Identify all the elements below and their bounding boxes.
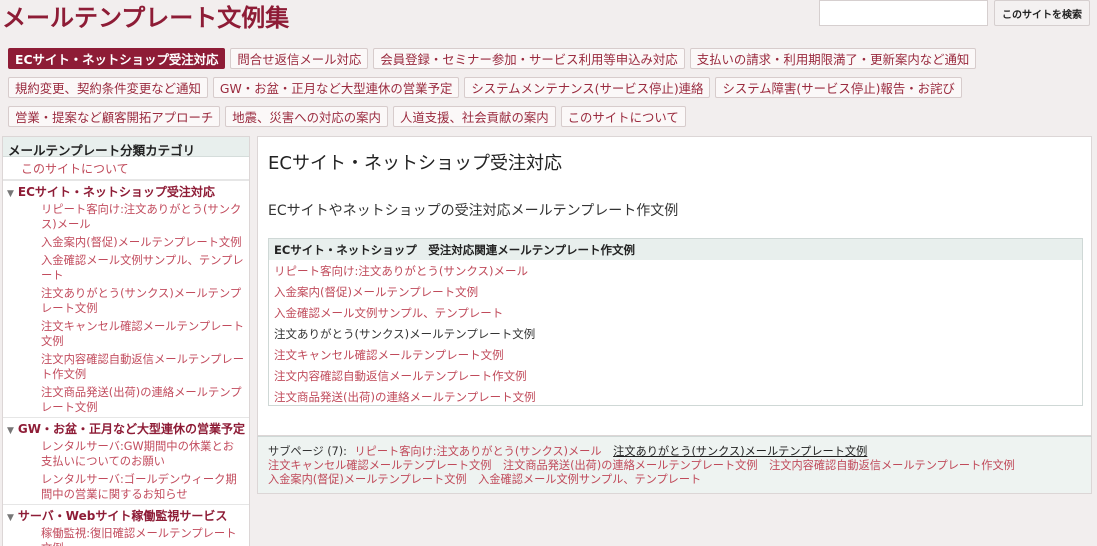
main-content: ECサイト・ネットショップ受注対応 ECサイトやネットショップの受注対応メールテ… bbox=[257, 136, 1092, 436]
sidebar-category-label: サーバ・Webサイト稼働監視サービス bbox=[17, 509, 228, 523]
sidebar-subitem[interactable]: 入金確認メール文例サンプル、テンプレート bbox=[3, 252, 249, 285]
subpage-link[interactable]: 注文商品発送(出荷)の連絡メールテンプレート文例 bbox=[503, 459, 758, 472]
category-nav-row: 規約変更、契約条件変更など通知 GW・お盆・正月など大型連休の営業予定 システム… bbox=[8, 77, 1088, 98]
template-link-current[interactable]: 注文ありがとう(サンクス)メールテンプレート文例 bbox=[269, 323, 1082, 344]
subpage-link[interactable]: 入金案内(督促)メールテンプレート文例 bbox=[268, 473, 467, 486]
site-title[interactable]: メールテンプレート文例集 bbox=[2, 0, 289, 33]
nav-item-humanitarian[interactable]: 人道支援、社会貢献の案内 bbox=[392, 106, 556, 127]
nav-item-maintenance[interactable]: システムメンテナンス(サービス停止)連絡 bbox=[464, 77, 711, 98]
template-list-header: ECサイト・ネットショップ 受注対応関連メールテンプレート作文例 bbox=[269, 239, 1082, 260]
nav-item-terms-change[interactable]: 規約変更、契約条件変更など通知 bbox=[8, 77, 208, 98]
nav-item-holiday-schedule[interactable]: GW・お盆・正月など大型連休の営業予定 bbox=[212, 77, 460, 98]
search-button[interactable]: このサイトを検索 bbox=[994, 0, 1090, 26]
triangle-down-icon[interactable]: ▼ bbox=[7, 513, 14, 523]
nav-item-inquiry-reply[interactable]: 問合せ返信メール対応 bbox=[230, 48, 369, 69]
sidebar-subitem[interactable]: レンタルサーバ:GW期間中の休業とお支払いについてのお願い bbox=[3, 438, 249, 471]
nav-item-outage-apology[interactable]: システム障害(サービス停止)報告・お詫び bbox=[715, 77, 962, 98]
triangle-down-icon[interactable]: ▼ bbox=[7, 189, 14, 199]
nav-item-about[interactable]: このサイトについて bbox=[560, 106, 686, 127]
sidebar: メールテンプレート分類カテゴリ このサイトについて ▼ ECサイト・ネットショップ… bbox=[2, 136, 250, 546]
sidebar-subitem[interactable]: 注文内容確認自動返信メールテンプレート作文例 bbox=[3, 351, 249, 384]
subpages-bar: サブページ (7): リピート客向け:注文ありがとう(サンクス)メール 注文あり… bbox=[257, 436, 1092, 494]
sidebar-category-label: ECサイト・ネットショップ受注対応 bbox=[17, 185, 215, 199]
sidebar-subitem[interactable]: 注文ありがとう(サンクス)メールテンプレート文例 bbox=[3, 285, 249, 318]
template-link[interactable]: 注文商品発送(出荷)の連絡メールテンプレート文例 bbox=[269, 386, 1082, 407]
nav-item-sales-approach[interactable]: 営業・提案など顧客開拓アプローチ bbox=[8, 106, 221, 127]
nav-item-disaster[interactable]: 地震、災害への対応の案内 bbox=[225, 106, 388, 127]
sidebar-category-label: GW・お盆・正月など大型連休の営業予定 bbox=[17, 422, 246, 436]
category-nav-row: ECサイト・ネットショップ受注対応 問合せ返信メール対応 会員登録・セミナー参加… bbox=[8, 48, 1088, 69]
sidebar-subitem[interactable]: 注文キャンセル確認メールテンプレート文例 bbox=[3, 318, 249, 351]
nav-item-billing-notice[interactable]: 支払いの請求・利用期限満了・更新案内など通知 bbox=[689, 48, 977, 69]
sidebar-category-holiday[interactable]: ▼ GW・お盆・正月など大型連休の営業予定 bbox=[3, 417, 249, 438]
subpage-link[interactable]: 注文内容確認自動返信メールテンプレート作文例 bbox=[769, 459, 1015, 472]
template-link[interactable]: 入金確認メール文例サンプル、テンプレート bbox=[269, 302, 1082, 323]
triangle-down-icon[interactable]: ▼ bbox=[7, 426, 14, 436]
subpages-label: サブページ (7): bbox=[268, 445, 347, 458]
sidebar-subitem[interactable]: レンタルサーバ:ゴールデンウィーク期間中の営業に関するお知らせ bbox=[3, 471, 249, 504]
page-subtitle: ECサイトやネットショップの受注対応メールテンプレート作文例 bbox=[268, 203, 679, 219]
page-title: ECサイト・ネットショップ受注対応 bbox=[268, 153, 562, 174]
sidebar-subitem[interactable]: 入金案内(督促)メールテンプレート文例 bbox=[3, 234, 249, 252]
template-link[interactable]: 入金案内(督促)メールテンプレート文例 bbox=[269, 281, 1082, 302]
sidebar-subitem[interactable]: 注文商品発送(出荷)の連絡メールテンプレート文例 bbox=[3, 384, 249, 417]
sidebar-category-monitoring[interactable]: ▼ サーバ・Webサイト稼働監視サービス bbox=[3, 504, 249, 525]
template-link[interactable]: リピート客向け:注文ありがとう(サンクス)メール bbox=[269, 260, 1082, 281]
template-link[interactable]: 注文キャンセル確認メールテンプレート文例 bbox=[269, 344, 1082, 365]
nav-item-registration[interactable]: 会員登録・セミナー参加・サービス利用等申込み対応 bbox=[373, 48, 685, 69]
sidebar-heading: メールテンプレート分類カテゴリ bbox=[3, 137, 249, 158]
category-nav-row: 営業・提案など顧客開拓アプローチ 地震、災害への対応の案内 人道支援、社会貢献の… bbox=[8, 106, 1088, 127]
template-list-box: ECサイト・ネットショップ 受注対応関連メールテンプレート作文例 リピート客向け… bbox=[268, 238, 1083, 406]
subpage-link-current[interactable]: 注文ありがとう(サンクス)メールテンプレート文例 bbox=[613, 445, 867, 458]
sidebar-category-ec-order[interactable]: ▼ ECサイト・ネットショップ受注対応 bbox=[3, 180, 249, 201]
sidebar-subitem[interactable]: 稼働監視:復旧確認メールテンプレート文例 bbox=[3, 525, 249, 546]
subpage-link[interactable]: リピート客向け:注文ありがとう(サンクス)メール bbox=[354, 445, 601, 458]
search-input[interactable] bbox=[819, 0, 988, 26]
subpage-link[interactable]: 入金確認メール文例サンプル、テンプレート bbox=[478, 473, 701, 486]
category-nav: ECサイト・ネットショップ受注対応 問合せ返信メール対応 会員登録・セミナー参加… bbox=[8, 48, 1088, 135]
subpage-link[interactable]: 注文キャンセル確認メールテンプレート文例 bbox=[268, 459, 491, 472]
sidebar-item-about[interactable]: このサイトについて bbox=[3, 157, 249, 180]
template-link[interactable]: 注文内容確認自動返信メールテンプレート作文例 bbox=[269, 365, 1082, 386]
nav-item-ec-order[interactable]: ECサイト・ネットショップ受注対応 bbox=[8, 48, 226, 69]
sidebar-subitem[interactable]: リピート客向け:注文ありがとう(サンクス)メール bbox=[3, 201, 249, 234]
